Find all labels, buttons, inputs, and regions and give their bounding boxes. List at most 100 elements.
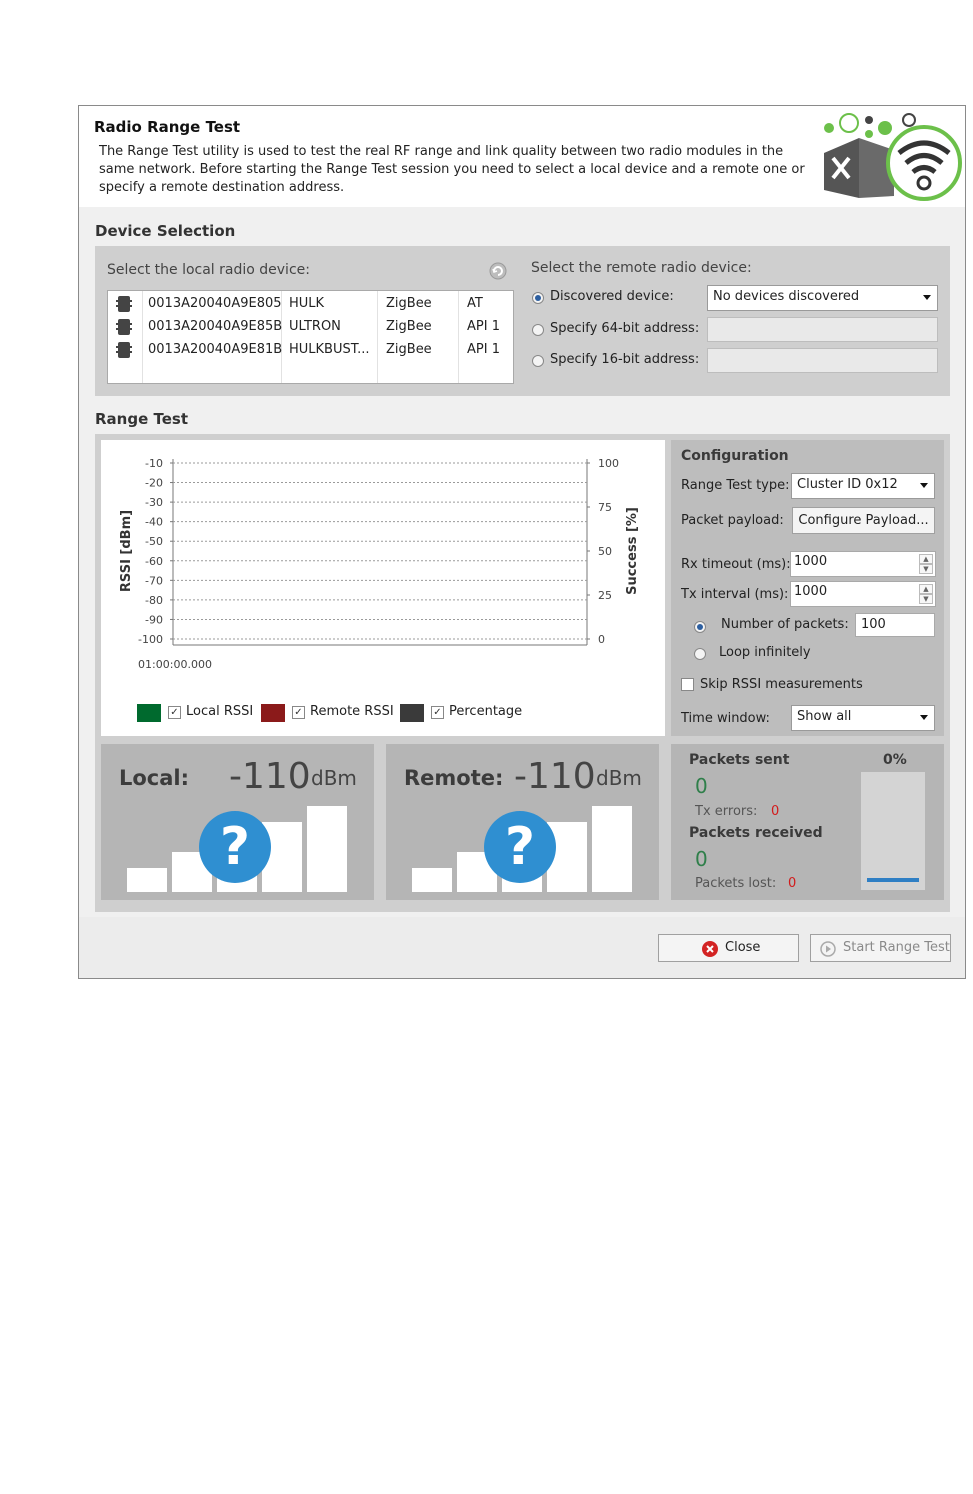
address-64bit-field[interactable] [707,317,938,342]
chevron-down-icon [920,715,928,720]
y2-tick-label: 0 [598,633,605,646]
start-range-test-button[interactable]: Start Range Test [810,934,951,962]
discovered-device-radio[interactable] [532,292,544,304]
rx-timeout-label: Rx timeout (ms): [681,557,791,572]
loop-infinitely-radio[interactable] [694,648,706,660]
y2-axis-label: Success [%] [625,507,640,595]
specify-64bit-radio[interactable] [532,324,544,336]
radio-module-icon [116,296,132,312]
remote-rssi-panel: Remote: -110 dBm ? [386,744,659,900]
loop-infinitely-label: Loop infinitely [719,645,811,660]
y-tick-label: -30 [145,496,163,509]
signal-bar [592,806,632,892]
y-tick-label: -100 [138,633,163,646]
legend-swatch-local [137,704,161,722]
tx-interval-label: Tx interval (ms): [681,587,789,602]
legend-label-local: Local RSSI [186,704,254,719]
dialog-footer: Close Start Range Test [79,917,965,978]
specify-16bit-radio[interactable] [532,355,544,367]
spin-down-icon[interactable]: ▼ [919,594,933,604]
question-mark-icon: ? [199,811,271,883]
number-of-packets-input[interactable]: 100 [855,613,935,637]
range-test-type-label: Range Test type: [681,478,790,493]
legend-label-remote: Remote RSSI [310,704,394,719]
close-button[interactable]: Close [658,934,799,962]
xctu-tools-wifi-icon [824,113,962,201]
y2-tick-label: 75 [598,501,612,514]
chevron-down-icon [923,295,931,300]
device-address: 0013A20040A9E81B [148,342,283,357]
radio-module-icon [116,342,132,358]
legend-label-percentage: Percentage [449,704,523,719]
tx-interval-input[interactable]: 1000 ▲ ▼ [790,581,936,607]
local-device-label: Select the local radio device: [107,262,310,278]
skip-rssi-label: Skip RSSI measurements [700,677,863,692]
legend-swatch-percentage [400,704,424,722]
packets-sent-value: 0 [695,774,708,798]
local-label: Local: [119,766,190,790]
range-test-type-dropdown[interactable]: Cluster ID 0x12 [791,473,935,499]
time-window-value: Show all [797,709,852,724]
configuration-title: Configuration [681,448,789,464]
remote-device-label: Select the remote radio device: [531,260,752,276]
success-progress-bar [861,772,925,890]
close-button-label: Close [725,940,761,955]
device-name: HULK [289,296,325,311]
tx-errors-value: 0 [771,804,780,819]
local-device-list[interactable]: 0013A20040A9E805 HULK ZigBee AT 0013A200… [107,290,514,384]
time-window-label: Time window: [681,711,770,726]
dialog-body: Device Selection Select the local radio … [79,207,965,917]
local-device-row[interactable]: 0013A20040A9E805 HULK ZigBee AT [108,293,511,315]
skip-rssi-checkbox[interactable] [681,678,694,691]
discovered-device-label: Discovered device: [550,289,674,304]
spin-down-icon[interactable]: ▼ [919,564,933,574]
local-device-row[interactable]: 0013A20040A9E81B HULKBUST... ZigBee API … [108,339,511,361]
rx-timeout-value: 1000 [794,554,828,569]
device-mode: AT [467,296,483,311]
address-16bit-field[interactable] [707,348,938,373]
configure-payload-button[interactable]: Configure Payload... [792,507,935,534]
y-tick-label: -20 [145,477,163,490]
device-name: HULKBUST... [289,342,370,357]
device-protocol: ZigBee [386,296,432,311]
signal-bar [127,868,167,892]
number-of-packets-radio[interactable] [694,621,706,633]
device-protocol: ZigBee [386,319,432,334]
dialog-description: The Range Test utility is used to test t… [99,144,805,195]
spin-up-icon[interactable]: ▲ [919,584,933,594]
rx-timeout-input[interactable]: 1000 ▲ ▼ [790,551,936,577]
packets-received-value: 0 [695,847,708,871]
range-test-dialog: Radio Range Test The Range Test utility … [78,105,966,979]
chevron-down-icon [920,483,928,488]
specify-64bit-label: Specify 64-bit address: [550,321,700,336]
device-address: 0013A20040A9E805 [148,296,282,311]
refresh-icon[interactable] [488,261,508,281]
tx-errors-label: Tx errors: [695,804,758,819]
packets-lost-value: 0 [788,876,797,891]
legend-checkbox-remote[interactable]: ✓ [292,706,305,719]
legend-checkbox-local[interactable]: ✓ [168,706,181,719]
success-progress-baseline [867,878,919,882]
device-mode: API 1 [467,342,500,357]
specify-16bit-label: Specify 16-bit address: [550,352,700,367]
question-mark-icon: ? [484,811,556,883]
discovered-device-dropdown[interactable]: No devices discovered [707,285,938,311]
packet-stats-panel: Packets sent 0 Tx errors: 0 Packets rece… [671,744,944,900]
radio-module-icon [116,319,132,335]
success-percentage-label: 0% [883,752,907,768]
remote-rssi-unit: dBm [596,766,642,790]
number-of-packets-label: Number of packets: [721,617,849,632]
y-tick-label: -90 [145,613,163,626]
dialog-header: Radio Range Test The Range Test utility … [79,106,965,208]
rssi-chart: -10 -20 -30 -40 -50 -60 -70 -80 -90 -100 100 75 50 25… [119,457,640,671]
y2-tick-label: 100 [598,457,619,470]
y-tick-label: -10 [145,457,163,470]
local-device-row[interactable]: 0013A20040A9E85B ULTRON ZigBee API 1 [108,316,511,338]
device-mode: API 1 [467,319,500,334]
legend-checkbox-percentage[interactable]: ✓ [431,706,444,719]
spin-up-icon[interactable]: ▲ [919,554,933,564]
start-range-test-label: Start Range Test [843,940,950,955]
discovered-device-value: No devices discovered [713,289,860,304]
range-test-panel: -10 -20 -30 -40 -50 -60 -70 -80 -90 -100 100 75 50 25… [95,434,950,912]
time-window-dropdown[interactable]: Show all [791,705,935,731]
